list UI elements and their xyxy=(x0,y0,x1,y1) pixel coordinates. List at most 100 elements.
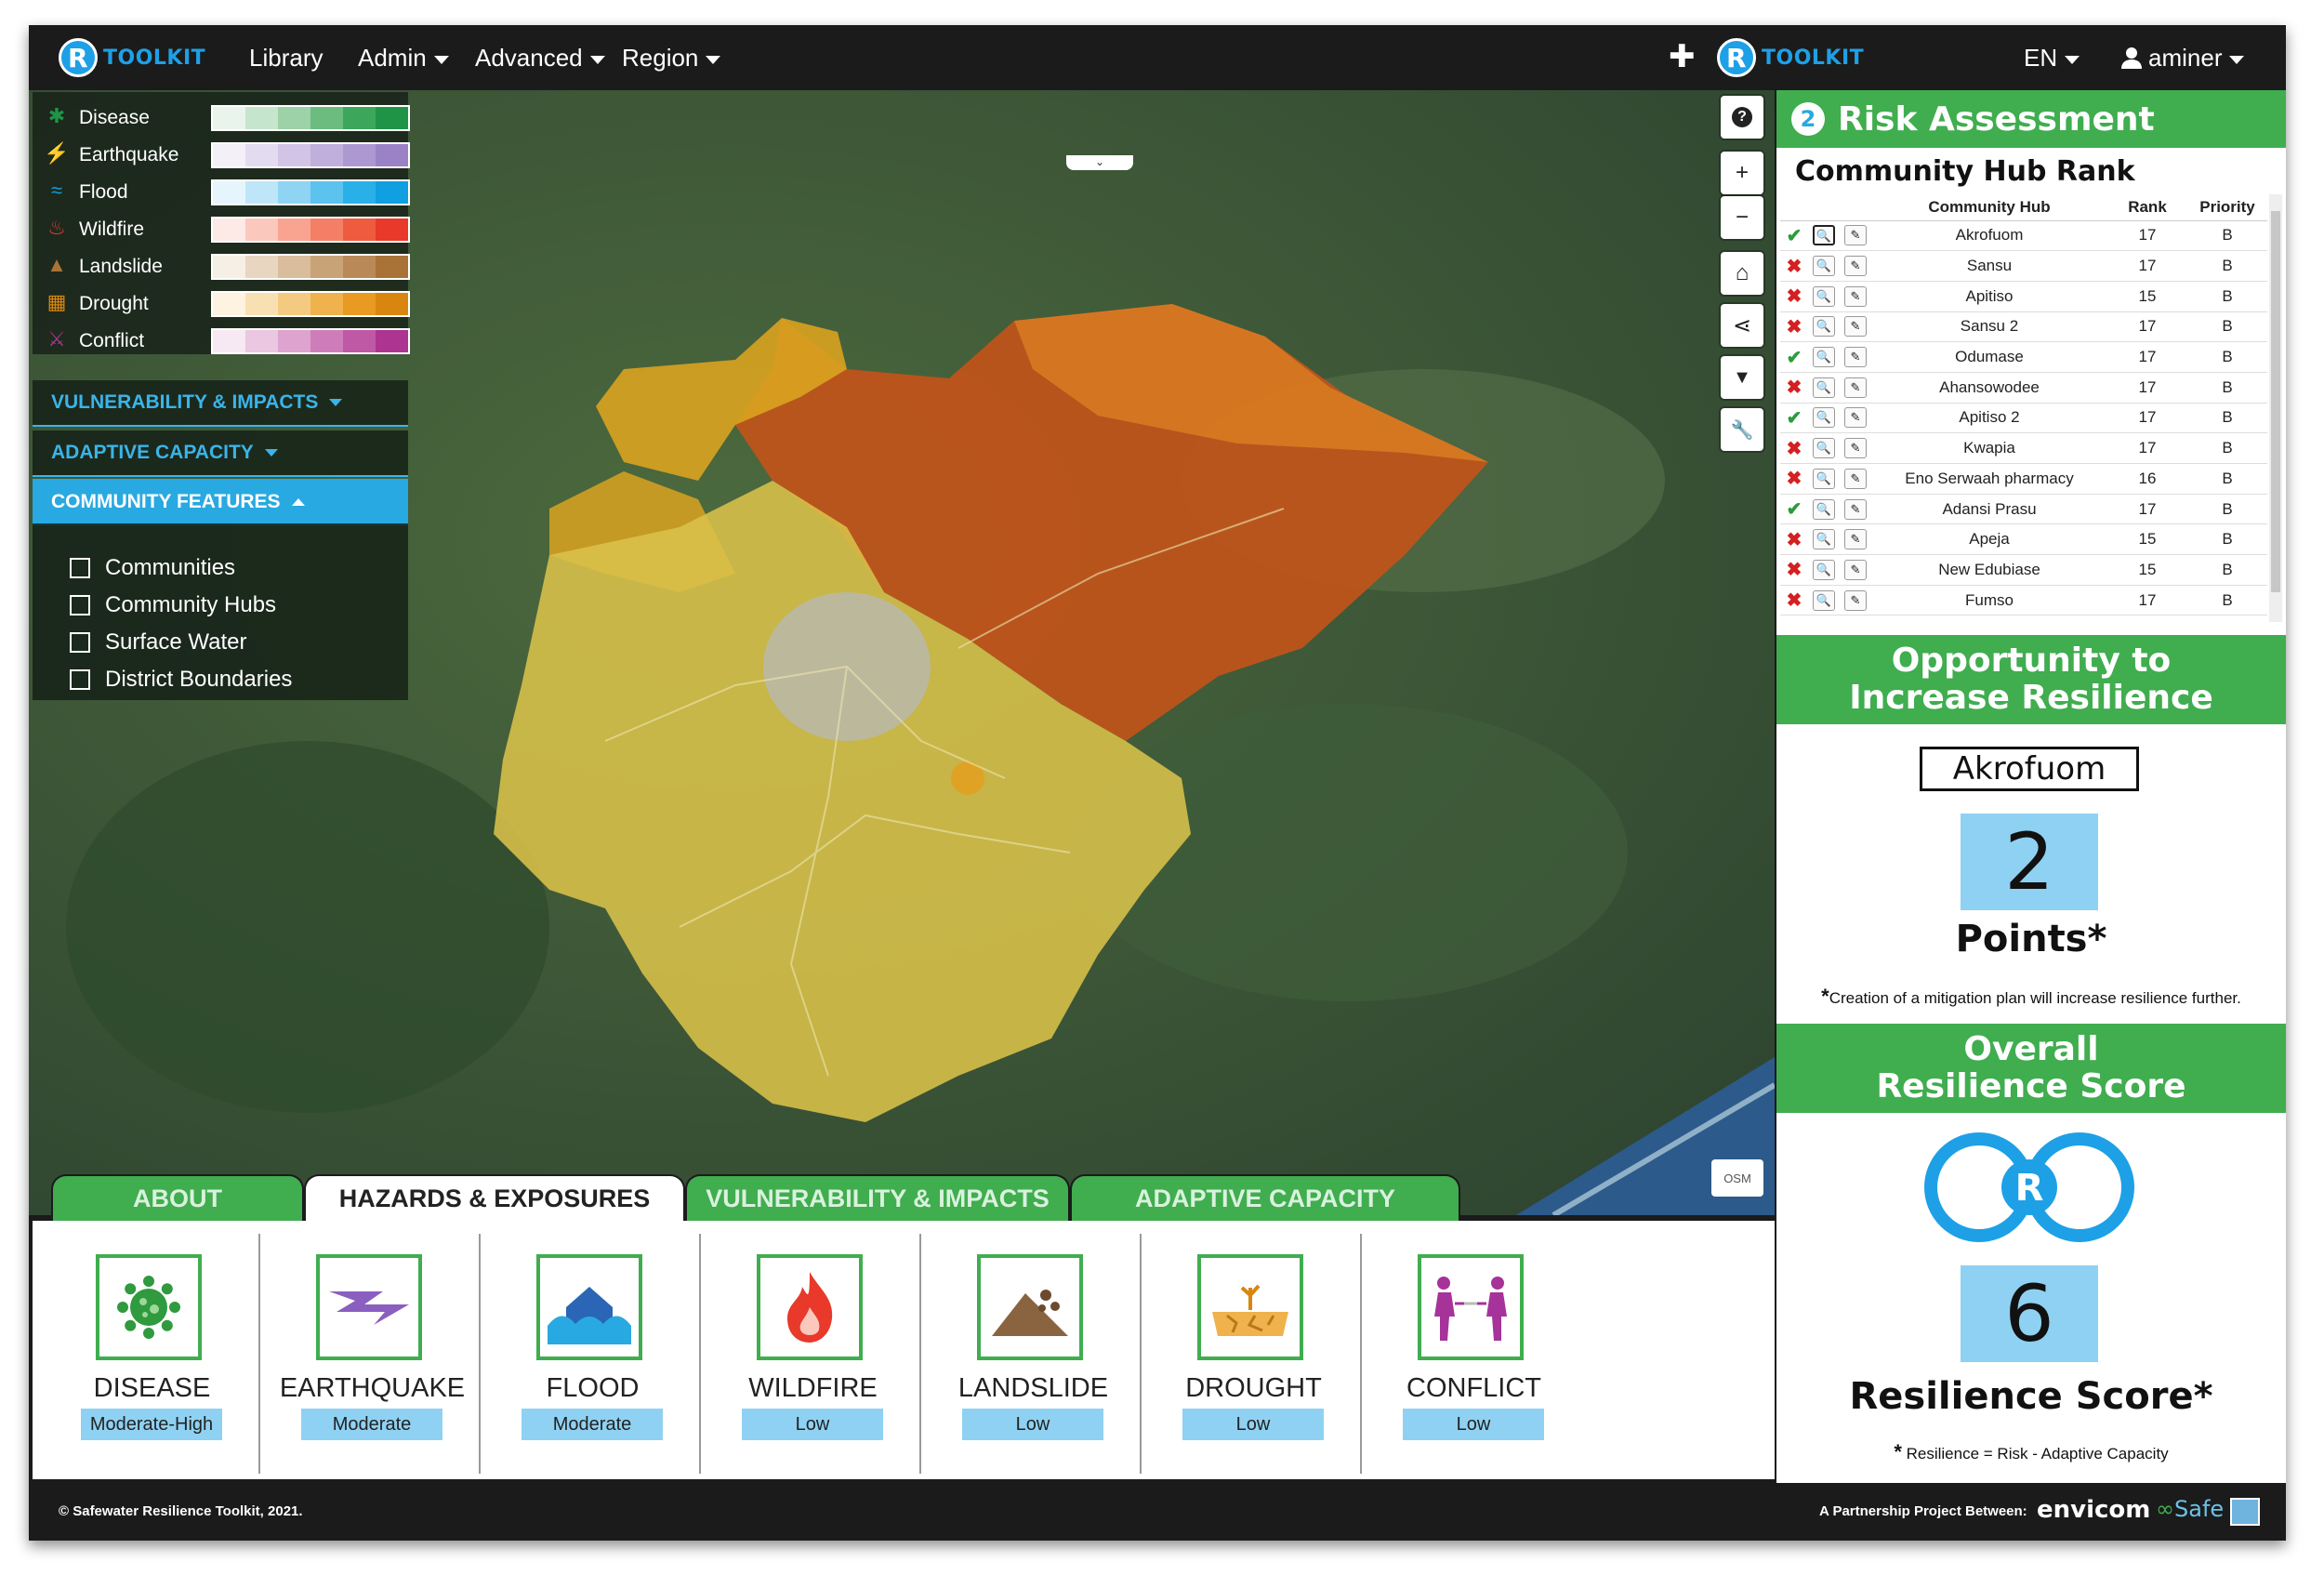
zoom-to-icon[interactable]: 🔍 xyxy=(1813,438,1835,459)
envicom-logo[interactable]: envicom xyxy=(2037,1496,2150,1524)
partner-logo-icon[interactable] xyxy=(2230,1498,2260,1526)
edit-icon[interactable]: ✎ xyxy=(1844,377,1867,398)
table-row[interactable]: ✖ 🔍 ✎ Apeja 15 B xyxy=(1780,523,2267,556)
header-spacer xyxy=(1840,194,1871,221)
scrollbar-thumb[interactable] xyxy=(2271,211,2280,592)
status-cell: ✔ xyxy=(1780,220,1808,252)
minus-icon: − xyxy=(1735,205,1749,230)
hazard-landslide[interactable]: LANDSLIDE Low xyxy=(923,1221,1143,1479)
table-row[interactable]: ✖ 🔍 ✎ Eno Serwaah pharmacy 16 B xyxy=(1780,463,2267,495)
checkbox[interactable] xyxy=(70,558,90,578)
ramp-swatch xyxy=(343,293,376,315)
feature-communities[interactable]: Communities xyxy=(70,551,235,585)
table-row[interactable]: ✖ 🔍 ✎ Sansu 2 17 B xyxy=(1780,311,2267,343)
edit-cell: ✎ xyxy=(1840,585,1871,616)
zoom-to-icon[interactable]: 🔍 xyxy=(1813,377,1835,398)
table-row[interactable]: ✖ 🔍 ✎ Ahansowodee 17 B xyxy=(1780,372,2267,404)
tools-button[interactable]: 🔧 xyxy=(1721,408,1763,451)
table-row[interactable]: ✔ 🔍 ✎ Akrofuom 17 B xyxy=(1780,220,2267,252)
table-row[interactable]: ✖ 🔍 ✎ Sansu 17 B xyxy=(1780,250,2267,282)
edit-icon[interactable]: ✎ xyxy=(1844,529,1867,550)
zoom-to-icon[interactable]: 🔍 xyxy=(1813,316,1835,338)
safewater-logo[interactable]: ∞Safe xyxy=(2156,1496,2224,1522)
section-adaptive-capacity[interactable]: ADAPTIVE CAPACITY xyxy=(33,430,408,477)
language-dropdown[interactable]: EN xyxy=(2024,44,2080,73)
hazard-flood[interactable]: FLOOD Moderate xyxy=(482,1221,703,1479)
edit-icon[interactable]: ✎ xyxy=(1844,589,1867,611)
zoom-in-button[interactable]: + xyxy=(1721,152,1763,194)
tab-about[interactable]: ABOUT xyxy=(51,1174,304,1221)
tab-adaptive-capacity[interactable]: ADAPTIVE CAPACITY xyxy=(1070,1174,1460,1221)
toolkit-logo-right[interactable]: R TOOLKIT xyxy=(1717,36,1864,79)
feature-label: Communities xyxy=(105,555,236,580)
table-row[interactable]: ✔ 🔍 ✎ Adansi Prasu 17 B xyxy=(1780,494,2267,525)
hazard-conflict[interactable]: CONFLICT Low xyxy=(1364,1221,1584,1479)
osm-basemap-toggle[interactable]: OSM xyxy=(1711,1159,1763,1197)
user-menu[interactable]: aminer xyxy=(2120,44,2245,73)
share-button[interactable]: ⋖ xyxy=(1721,304,1763,347)
map-panel-toggle[interactable]: ⌄ xyxy=(1066,155,1133,170)
hazard-wildfire[interactable]: WILDFIRE Low xyxy=(703,1221,923,1479)
table-row[interactable]: ✔ 🔍 ✎ Apitiso 2 17 B xyxy=(1780,403,2267,434)
chevron-up-icon xyxy=(291,498,305,506)
feature-surface-water[interactable]: Surface Water xyxy=(70,626,247,659)
checkbox[interactable] xyxy=(70,669,90,690)
hub-rank: 17 xyxy=(2107,250,2187,282)
col-priority[interactable]: Priority xyxy=(2187,194,2267,221)
zoom-to-icon[interactable]: 🔍 xyxy=(1813,225,1835,246)
check-icon: ✔ xyxy=(1786,499,1802,521)
table-row[interactable]: ✔ 🔍 ✎ Odumase 17 B xyxy=(1780,341,2267,373)
edit-cell: ✎ xyxy=(1840,250,1871,282)
hazard-drought[interactable]: DROUGHT Low xyxy=(1143,1221,1364,1479)
hub-name: Sansu 2 xyxy=(1871,311,2107,343)
edit-icon[interactable]: ✎ xyxy=(1844,498,1867,520)
nav-region[interactable]: Region xyxy=(622,44,721,73)
filter-button[interactable]: ▼ xyxy=(1721,356,1763,399)
edit-icon[interactable]: ✎ xyxy=(1844,316,1867,338)
toolkit-logo-left[interactable]: R TOOLKIT xyxy=(59,36,205,79)
feature-community-hubs[interactable]: Community Hubs xyxy=(70,589,276,622)
section-community-features[interactable]: COMMUNITY FEATURES xyxy=(33,479,408,525)
edit-icon[interactable]: ✎ xyxy=(1844,225,1867,246)
help-button[interactable]: ? xyxy=(1721,96,1763,139)
edit-icon[interactable]: ✎ xyxy=(1844,256,1867,277)
add-button[interactable]: ✚ xyxy=(1669,38,1696,75)
chevron-down-icon: ⌄ xyxy=(1094,155,1105,168)
nav-library[interactable]: Library xyxy=(249,44,323,73)
table-row[interactable]: ✖ 🔍 ✎ Apitiso 15 B xyxy=(1780,281,2267,312)
zoom-to-icon[interactable]: 🔍 xyxy=(1813,589,1835,611)
zoom-to-icon[interactable]: 🔍 xyxy=(1813,285,1835,307)
zoom-to-icon[interactable]: 🔍 xyxy=(1813,529,1835,550)
col-community-hub[interactable]: Community Hub xyxy=(1871,194,2107,221)
checkbox[interactable] xyxy=(70,595,90,615)
edit-icon[interactable]: ✎ xyxy=(1844,407,1867,429)
edit-icon[interactable]: ✎ xyxy=(1844,468,1867,489)
feature-district-boundaries[interactable]: District Boundaries xyxy=(70,663,292,696)
home-button[interactable]: ⌂ xyxy=(1721,252,1763,295)
tab-vulnerability-impacts[interactable]: VULNERABILITY & IMPACTS xyxy=(685,1174,1070,1221)
zoom-out-button[interactable]: − xyxy=(1721,196,1763,239)
zoom-to-icon[interactable]: 🔍 xyxy=(1813,468,1835,489)
edit-icon[interactable]: ✎ xyxy=(1844,438,1867,459)
hazard-disease[interactable]: DISEASE Moderate-High xyxy=(42,1221,262,1479)
nav-advanced[interactable]: Advanced xyxy=(475,44,605,73)
zoom-to-icon[interactable]: 🔍 xyxy=(1813,347,1835,368)
edit-icon[interactable]: ✎ xyxy=(1844,285,1867,307)
nav-admin[interactable]: Admin xyxy=(358,44,449,73)
table-scrollbar[interactable] xyxy=(2269,194,2282,622)
checkbox[interactable] xyxy=(70,632,90,653)
tab-hazards-exposures[interactable]: HAZARDS & EXPOSURES xyxy=(304,1174,685,1221)
zoom-to-icon[interactable]: 🔍 xyxy=(1813,498,1835,520)
zoom-to-icon[interactable]: 🔍 xyxy=(1813,407,1835,429)
table-row[interactable]: ✖ 🔍 ✎ Kwapia 17 B xyxy=(1780,432,2267,464)
section-vulnerability-impacts[interactable]: VULNERABILITY & IMPACTS xyxy=(33,380,408,427)
table-row[interactable]: ✖ 🔍 ✎ Fumso 17 B xyxy=(1780,585,2267,616)
col-rank[interactable]: Rank xyxy=(2107,194,2187,221)
hazard-earthquake[interactable]: EARTHQUAKE Moderate xyxy=(262,1221,482,1479)
edit-icon[interactable]: ✎ xyxy=(1844,347,1867,368)
edit-icon[interactable]: ✎ xyxy=(1844,559,1867,580)
zoom-to-icon[interactable]: 🔍 xyxy=(1813,559,1835,580)
table-row[interactable]: ✖ 🔍 ✎ New Edubiase 15 B xyxy=(1780,554,2267,586)
zoom-to-icon[interactable]: 🔍 xyxy=(1813,256,1835,277)
ramp-swatch xyxy=(278,293,310,315)
